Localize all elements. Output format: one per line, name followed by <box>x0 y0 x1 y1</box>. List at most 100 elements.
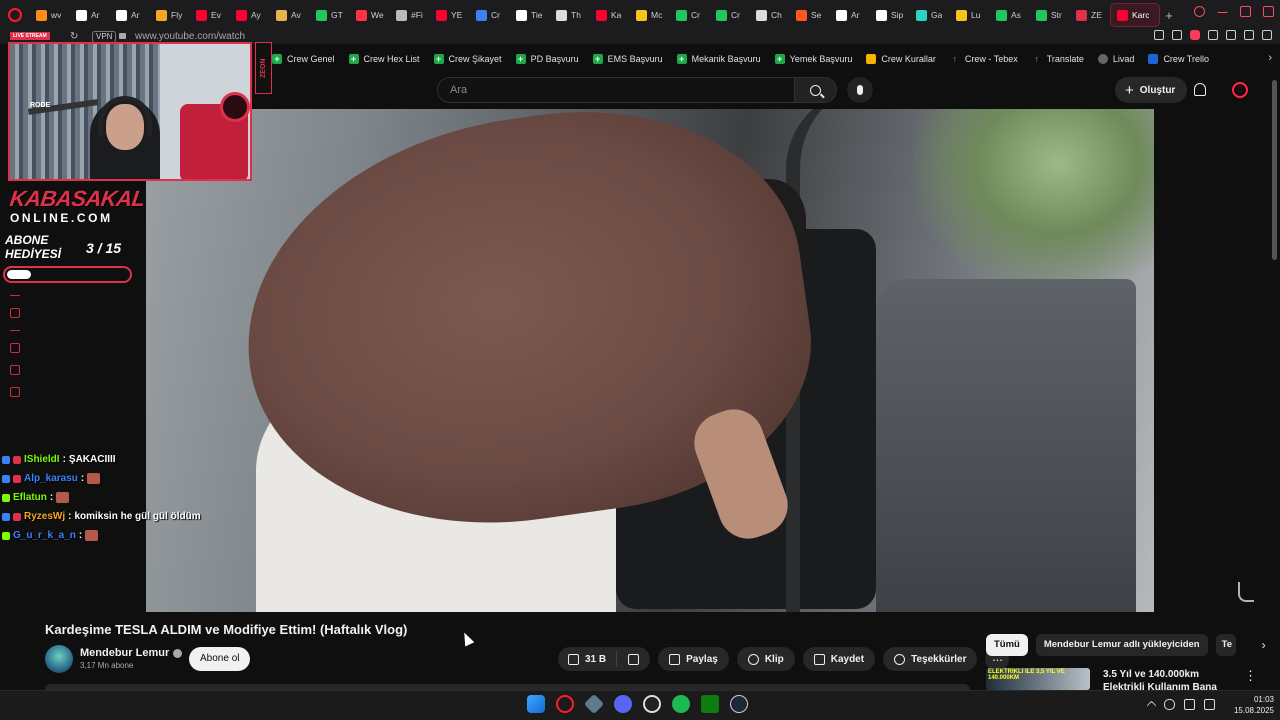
video-player[interactable] <box>146 109 1154 612</box>
browser-tab[interactable]: As <box>990 3 1030 27</box>
channel-name-link[interactable]: Mendebur Lemur <box>80 647 183 659</box>
browser-tab[interactable]: Ka <box>590 3 630 27</box>
dislike-button[interactable] <box>617 651 650 667</box>
download-icon[interactable] <box>1244 30 1254 40</box>
browser-tab[interactable]: Av <box>270 3 310 27</box>
recommendation-title[interactable]: 3.5 Yıl ve 140.000km Elektrikli Kullanım… <box>1103 668 1235 690</box>
browser-tab[interactable]: GT <box>310 3 350 27</box>
network-icon[interactable] <box>1184 699 1195 710</box>
bookmarks-overflow-icon[interactable]: › <box>1268 52 1272 64</box>
recommendation-menu-icon[interactable]: ⋮ <box>1244 668 1257 684</box>
discord-icon[interactable] <box>614 695 632 713</box>
menu-icon[interactable] <box>1262 30 1272 40</box>
bookmark-item[interactable]: + Crew Şikayet <box>433 54 502 64</box>
close-window-button[interactable] <box>1263 6 1274 17</box>
chip-all[interactable]: Tümü <box>986 634 1028 656</box>
xbox-icon[interactable] <box>701 695 719 713</box>
browser-tab[interactable]: ZE <box>1070 3 1110 27</box>
opera-gx-icon[interactable] <box>556 695 574 713</box>
browser-tab[interactable]: Lu <box>950 3 990 27</box>
pin-icon[interactable] <box>1154 30 1164 40</box>
tray-expand-icon[interactable] <box>1146 700 1157 711</box>
microphone-tray-icon[interactable] <box>1164 699 1175 710</box>
chip-from-uploader[interactable]: Mendebur Lemur adlı yükleyiciden <box>1035 634 1208 656</box>
bookmark-item[interactable]: + EMS Başvuru <box>592 54 663 64</box>
tab-search-icon[interactable] <box>1194 6 1205 17</box>
thanks-button[interactable]: Teşekkürler <box>883 647 978 671</box>
bookmark-item[interactable]: ↑ Crew - Tebex <box>950 54 1018 64</box>
chat-separator: : <box>62 454 66 465</box>
subscribe-button[interactable]: Abone ol <box>189 647 251 671</box>
bookmark-item[interactable]: + PD Başvuru <box>515 54 579 64</box>
voice-search-button[interactable] <box>847 77 873 103</box>
cube-app-icon[interactable] <box>583 693 605 715</box>
browser-tab[interactable]: Cr <box>670 3 710 27</box>
browser-tab[interactable]: Ay <box>230 3 270 27</box>
recommendation-thumbnail[interactable]: ELEKTRİKLİ İLE 3,5 YIL VE 140.000KM <box>986 668 1090 690</box>
rail-heart-icon[interactable] <box>10 365 20 375</box>
browser-tab-active[interactable]: Karc <box>1110 3 1160 27</box>
browser-tab[interactable]: Se <box>790 3 830 27</box>
reload-icon[interactable]: ↻ <box>70 31 78 42</box>
browser-tab[interactable]: Sip <box>870 3 910 27</box>
account-avatar[interactable] <box>1232 82 1248 98</box>
bookmark-item[interactable]: Crew Kurallar <box>866 54 936 64</box>
maximize-button[interactable] <box>1240 6 1251 17</box>
bookmark-item[interactable]: Livad <box>1097 54 1134 64</box>
browser-tab[interactable]: Ar <box>110 3 150 27</box>
browser-tab[interactable]: Ar <box>830 3 870 27</box>
scrollbar[interactable] <box>1272 80 1277 260</box>
extensions-icon[interactable] <box>1226 30 1236 40</box>
browser-tab[interactable]: YE <box>430 3 470 27</box>
snapshot-icon[interactable] <box>1172 30 1182 40</box>
opera-menu-button[interactable] <box>0 0 30 30</box>
address-bar[interactable]: www.youtube.com/watch <box>135 31 245 42</box>
steam-icon[interactable] <box>730 695 748 713</box>
create-button[interactable]: + Oluştur <box>1115 77 1188 103</box>
new-tab-button[interactable]: + <box>1160 8 1178 23</box>
channel-watermark-icon[interactable] <box>1238 582 1254 602</box>
like-button[interactable]: 31 B <box>558 651 618 667</box>
clip-button[interactable]: Klip <box>736 647 795 671</box>
browser-tab[interactable]: Th <box>550 3 590 27</box>
bookmark-item[interactable]: + Crew Genel <box>272 54 335 64</box>
bookmark-item[interactable]: + Yemek Başvuru <box>774 54 852 64</box>
windows-start-icon[interactable] <box>527 695 545 713</box>
search-button[interactable] <box>795 77 837 103</box>
chevron-right-icon[interactable]: › <box>1262 638 1266 652</box>
browser-tab[interactable]: We <box>350 3 390 27</box>
spotify-icon[interactable] <box>672 695 690 713</box>
browser-tab[interactable]: Ev <box>190 3 230 27</box>
browser-tab[interactable]: #Fi <box>390 3 430 27</box>
bookmark-item[interactable]: + Mekanik Başvuru <box>676 54 761 64</box>
minimize-button[interactable] <box>1217 6 1228 13</box>
browser-tab[interactable]: Ga <box>910 3 950 27</box>
browser-tab[interactable]: Mc <box>630 3 670 27</box>
share-button[interactable]: Paylaş <box>658 647 729 671</box>
rail-library-icon[interactable] <box>10 343 20 353</box>
bookmark-item[interactable]: + Crew Hex List <box>348 54 420 64</box>
browser-tab[interactable]: Fly <box>150 3 190 27</box>
rail-play-icon[interactable] <box>10 308 20 318</box>
browser-tab[interactable]: Cr <box>470 3 510 27</box>
rail-history-icon[interactable] <box>10 387 20 397</box>
system-clock[interactable]: 01:03 15.08.2025 <box>1222 694 1274 716</box>
save-button[interactable]: Kaydet <box>802 647 876 671</box>
browser-tab[interactable]: Ch <box>750 3 790 27</box>
browser-tab[interactable]: Tie <box>510 3 550 27</box>
browser-tab[interactable]: Cr <box>710 3 750 27</box>
bookmark-item[interactable]: ↑ Translate <box>1032 54 1083 64</box>
bookmark-item[interactable]: Crew Trello <box>1148 54 1209 64</box>
browser-tab[interactable]: Str <box>1030 3 1070 27</box>
heart-icon[interactable] <box>1190 30 1200 40</box>
chip-more[interactable]: Te <box>1215 634 1236 656</box>
notifications-bell-icon[interactable] <box>1194 83 1206 96</box>
chat-text: ŞAKACIIII <box>68 454 116 465</box>
player-icon[interactable] <box>1208 30 1218 40</box>
channel-avatar[interactable] <box>45 645 73 673</box>
volume-icon[interactable] <box>1204 699 1215 710</box>
browser-tab[interactable]: wv <box>30 3 70 27</box>
search-input[interactable]: Ara <box>437 77 795 103</box>
browser-tab[interactable]: Ar <box>70 3 110 27</box>
obs-icon[interactable] <box>643 695 661 713</box>
